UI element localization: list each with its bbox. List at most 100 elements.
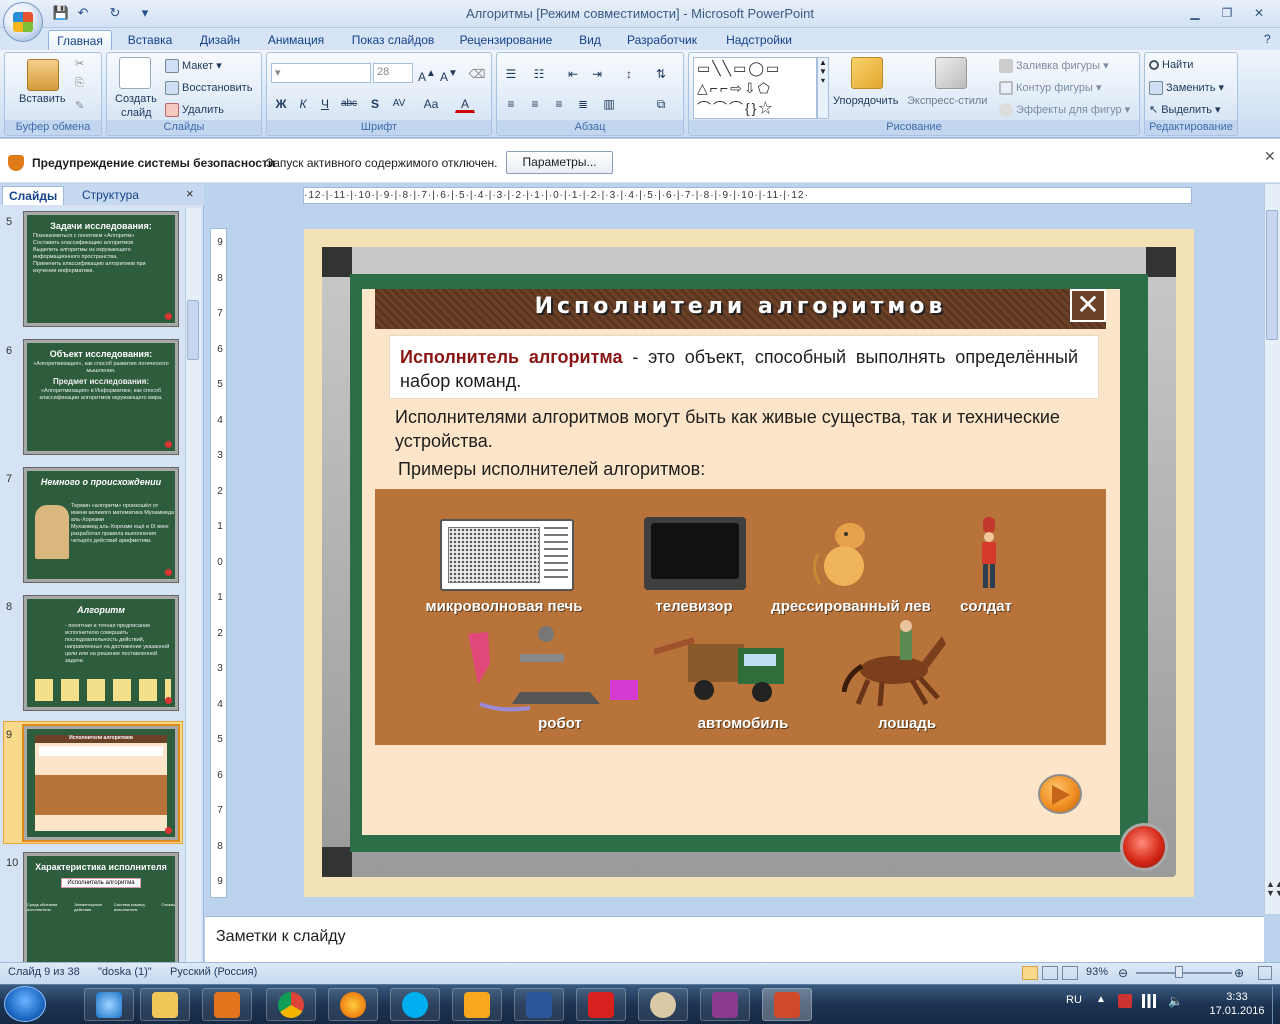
align-center-icon[interactable]: ≡: [525, 93, 545, 113]
shapes-gallery-scroll[interactable]: ▲ ▼ ▾: [817, 57, 829, 119]
cut-icon[interactable]: ✂: [75, 57, 84, 70]
label-microwave[interactable]: микроволновая печь: [412, 598, 596, 615]
tab-review[interactable]: Рецензирование: [452, 30, 560, 50]
strike-icon[interactable]: abc: [339, 93, 359, 113]
taskbar-explorer[interactable]: [140, 988, 190, 1021]
line-spacing-icon[interactable]: ↕: [619, 63, 639, 83]
quick-styles-button[interactable]: Экспресс-стили: [907, 95, 987, 107]
slide-thumbnail-7[interactable]: Немного о происхождении Термин «алгоритм…: [24, 468, 178, 582]
font-color-icon[interactable]: A: [455, 93, 475, 113]
notes-pane[interactable]: [205, 916, 1264, 962]
slides-pane-scroll-thumb[interactable]: [187, 300, 199, 360]
slide-thumbnail-8[interactable]: Алгоритм - понятная и точная предписание…: [24, 596, 178, 710]
label-soldier[interactable]: солдат: [952, 598, 1020, 615]
arrange-icon[interactable]: [851, 57, 883, 89]
next-arrow-icon[interactable]: [1038, 774, 1082, 814]
taskbar-firefox[interactable]: [328, 988, 378, 1021]
vertical-ruler[interactable]: 9 8 7 6 5 4 3 2 1 0 1 2 3 4 5 6 7 8 9: [210, 228, 227, 898]
new-slide-icon[interactable]: [119, 57, 151, 89]
numbering-icon[interactable]: ☷: [529, 63, 549, 83]
replace-button[interactable]: Заменить ▾: [1149, 81, 1224, 96]
shape-outline-button[interactable]: Контур фигуры ▾: [999, 81, 1102, 96]
maximize-button[interactable]: ❐: [1212, 4, 1242, 22]
indent-decrease-icon[interactable]: ⇤: [563, 63, 583, 83]
zoom-slider-thumb[interactable]: [1175, 966, 1183, 978]
prev-next-slide-buttons[interactable]: ▲▲ ▼▼: [1266, 880, 1280, 898]
slide-title[interactable]: Исполнители алгоритмов: [375, 294, 1106, 319]
new-slide-button-line2[interactable]: слайд: [121, 107, 152, 119]
taskbar-paint[interactable]: [638, 988, 688, 1021]
label-robot[interactable]: робот: [520, 715, 600, 732]
case-icon[interactable]: Aa: [421, 93, 441, 113]
tab-insert[interactable]: Вставка: [120, 30, 180, 50]
spacing-icon[interactable]: AV: [389, 93, 409, 113]
security-options-button[interactable]: Параметры...: [506, 151, 613, 174]
smartart-icon[interactable]: ⧉: [651, 93, 671, 113]
align-left-icon[interactable]: ≡: [501, 93, 521, 113]
label-tv[interactable]: телевизор: [640, 598, 748, 615]
arrange-button[interactable]: Упорядочить: [833, 95, 898, 107]
tray-language[interactable]: RU: [1066, 994, 1082, 1006]
label-car[interactable]: автомобиль: [682, 715, 804, 732]
quick-styles-icon[interactable]: [935, 57, 967, 89]
status-language[interactable]: Русский (Россия): [170, 966, 257, 978]
taskbar-ie[interactable]: [84, 988, 134, 1021]
show-desktop-button[interactable]: [1272, 986, 1280, 1024]
shrink-font-icon[interactable]: A▼: [439, 63, 459, 84]
font-name-combo[interactable]: ▾: [271, 63, 371, 83]
tab-design[interactable]: Дизайн: [190, 30, 250, 50]
bullets-icon[interactable]: ☰: [501, 63, 521, 83]
taskbar-word[interactable]: [514, 988, 564, 1021]
slide-thumbnail-5[interactable]: Задачи исследования: Познакомиться с пон…: [24, 212, 178, 326]
paragraph-1[interactable]: Исполнителями алгоритмов могут быть как …: [395, 405, 1100, 453]
slide-thumbnail-6[interactable]: Объект исследования: «Алгоритмизация», к…: [24, 340, 178, 454]
zoom-out-icon[interactable]: ⊖: [1118, 966, 1128, 980]
italic-icon[interactable]: К: [293, 93, 313, 113]
underline-icon[interactable]: Ч: [315, 93, 335, 113]
minimize-button[interactable]: ▁: [1180, 4, 1210, 22]
red-button-icon[interactable]: [1120, 823, 1168, 871]
tab-outline[interactable]: Структура: [76, 186, 145, 205]
tray-clock[interactable]: 3:33 17.01.2016: [1202, 990, 1272, 1018]
font-size-combo[interactable]: 28: [373, 63, 413, 83]
select-button[interactable]: ↖ Выделить ▾: [1149, 103, 1221, 116]
slide-thumbnail-10[interactable]: Характеристика исполнителя Исполнитель а…: [24, 853, 178, 962]
paste-button[interactable]: Вставить: [19, 93, 66, 105]
slideshow-view-icon[interactable]: [1062, 966, 1078, 980]
tab-developer[interactable]: Разработчик: [618, 30, 706, 50]
shadow-icon[interactable]: S: [365, 93, 385, 113]
taskbar-media[interactable]: [202, 988, 252, 1021]
taskbar-winrar[interactable]: [700, 988, 750, 1021]
tab-slides[interactable]: Слайды: [2, 186, 65, 205]
office-button[interactable]: [3, 2, 43, 42]
close-icon[interactable]: ✕: [1070, 289, 1106, 322]
paragraph-2[interactable]: Примеры исполнителей алгоритмов:: [398, 459, 705, 480]
bold-icon[interactable]: Ж: [271, 93, 291, 113]
taskbar-scratch[interactable]: [452, 988, 502, 1021]
security-close-icon[interactable]: ✕: [1264, 148, 1276, 165]
clear-format-icon[interactable]: ⌫: [467, 63, 487, 83]
horizontal-ruler[interactable]: ·12·|·11·|·10·|·9·|·8·|·7·|·6·|·5·|·4·|·…: [303, 187, 1192, 204]
shape-fill-button[interactable]: Заливка фигуры ▾: [999, 59, 1109, 74]
pane-close-icon[interactable]: ×: [186, 186, 194, 201]
tab-view[interactable]: Вид: [570, 30, 610, 50]
label-lion[interactable]: дрессированный лев: [760, 598, 942, 615]
zoom-slider[interactable]: [1136, 972, 1232, 974]
taskbar-chrome[interactable]: [266, 988, 316, 1021]
columns-icon[interactable]: ▥: [599, 93, 619, 113]
zoom-in-icon[interactable]: ⊕: [1234, 966, 1244, 980]
format-painter-icon[interactable]: ✎: [75, 99, 84, 112]
start-button-icon[interactable]: [4, 986, 46, 1022]
tray-arrow-icon[interactable]: ▲: [1096, 994, 1106, 1005]
reset-button[interactable]: Восстановить: [165, 81, 252, 95]
close-window-button[interactable]: ✕: [1244, 4, 1274, 22]
zoom-level[interactable]: 93%: [1086, 966, 1108, 978]
slide-thumbnail-9[interactable]: Исполнители алгоритмов: [24, 726, 178, 840]
tray-volume-icon[interactable]: 🔈: [1168, 994, 1183, 1008]
text-direction-icon[interactable]: ⇅: [651, 63, 671, 83]
taskbar-powerpoint[interactable]: [762, 988, 812, 1021]
new-slide-button[interactable]: Создать: [115, 93, 157, 105]
label-horse[interactable]: лошадь: [862, 715, 952, 732]
delete-slide-button[interactable]: Удалить: [165, 103, 224, 117]
tray-network-icon[interactable]: [1142, 994, 1156, 1008]
